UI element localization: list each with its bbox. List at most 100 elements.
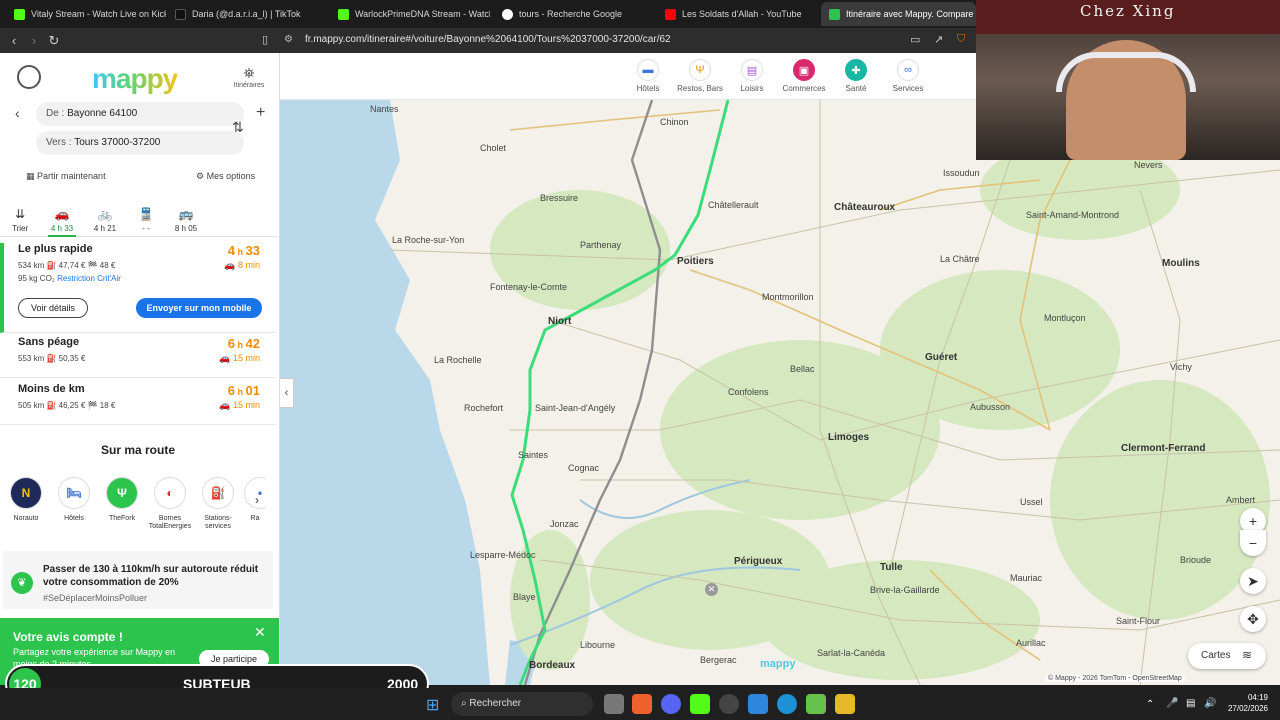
mappy-logo[interactable]: mappy — [92, 63, 178, 95]
bookmark-icon[interactable]: ▯ — [255, 33, 275, 46]
to-prefix: Vers : — [46, 137, 72, 148]
route-card-fastest[interactable]: Le plus rapide 534 km ⛽ 47,74 € 🏁 48 € 9… — [0, 243, 276, 333]
city-label: Issoudun — [943, 168, 980, 178]
car-icon: 🚗 — [54, 207, 70, 221]
browser-tab[interactable]: WarlockPrimeDNA Stream - Watch L — [330, 2, 490, 26]
map-layers-button[interactable]: Cartes ≋ — [1188, 643, 1266, 669]
details-button[interactable]: Voir détails — [18, 298, 88, 318]
poi-restos-button[interactable]: Ψ Restos, Bars — [672, 59, 728, 93]
critair-link[interactable]: Restriction Crit'Air — [57, 274, 121, 283]
city-label: Vichy — [1170, 362, 1192, 372]
forward-icon[interactable]: › — [24, 33, 44, 48]
city-label: Ambert — [1226, 495, 1256, 505]
clock-date[interactable]: 27/02/2026 — [1222, 704, 1268, 713]
windows-start-icon[interactable]: ⊞ — [426, 695, 439, 715]
to-field[interactable]: Vers : Tours 37000-37200 — [36, 131, 244, 155]
app-icon[interactable] — [806, 694, 826, 714]
tab-label: WarlockPrimeDNA Stream - Watch L — [355, 9, 490, 19]
brand-thefork[interactable]: Ψ TheFork — [100, 477, 144, 523]
reload-icon[interactable]: ↻ — [44, 33, 64, 49]
app-icon[interactable] — [835, 694, 855, 714]
back-icon[interactable]: ‹ — [4, 33, 24, 48]
mode-time: 8 h 05 — [174, 224, 198, 233]
traffic-icon: 🚗 — [219, 400, 231, 410]
clock-time[interactable]: 04:19 — [1226, 693, 1268, 702]
route-title: Le plus rapide — [18, 243, 93, 255]
mode-bus[interactable]: 🚌 8 h 05 — [172, 207, 200, 233]
map-layers-label: Cartes — [1201, 650, 1231, 661]
poi-loisirs-button[interactable]: ▤ Loisirs — [724, 59, 780, 93]
site-info-icon[interactable]: ⚙ — [284, 34, 293, 45]
tab-label: Daria (@d.a.r.i.a_l) | TikTok — [192, 9, 301, 19]
options-button[interactable]: ⚙ Mes options — [196, 171, 255, 182]
brand-norauto[interactable]: N Norauto — [4, 477, 48, 523]
poi-services-button[interactable]: ∞ Services — [880, 59, 936, 93]
share-icon[interactable]: ↗ — [934, 33, 943, 46]
brand-totalenergies[interactable]: ◐ Bornes TotalEnergies — [148, 477, 192, 531]
route-card-shortest[interactable]: Moins de km 505 km ⛽ 46,25 € 🏁 18 € 6 h … — [0, 383, 276, 425]
map-canvas[interactable] — [280, 100, 1280, 685]
route-card-no-toll[interactable]: Sans péage 553 km ⛽ 50,35 € 6 h 42 🚗 15 … — [0, 336, 276, 378]
headset-icon — [1056, 52, 1196, 92]
tray-chevron-icon[interactable]: ⌃ — [1146, 699, 1154, 710]
from-field[interactable]: De : Bayonne 64100 — [36, 102, 244, 126]
browser-tab[interactable]: tours - Recherche Google — [494, 2, 654, 26]
add-step-icon[interactable]: + — [256, 104, 265, 122]
google-icon — [502, 8, 513, 20]
photos-icon[interactable] — [748, 694, 768, 714]
calendar-icon: ▦ — [26, 171, 35, 181]
poi-label: Santé — [845, 84, 867, 93]
cast-icon[interactable]: ▭ — [910, 33, 920, 46]
zoom-out-button[interactable]: − — [1240, 530, 1266, 556]
carousel-next-icon[interactable]: › — [255, 493, 259, 507]
brand-label: Ra — [250, 515, 260, 522]
mode-train[interactable]: 🚆 - - — [132, 207, 160, 233]
edge-icon[interactable] — [777, 694, 797, 714]
sort-button[interactable]: ⇊ Trier — [12, 207, 28, 233]
browser-tab[interactable]: Daria (@d.a.r.i.a_l) | TikTok — [167, 2, 327, 26]
eco-tip-hashtag: #SeDéplacerMoinsPolluer — [43, 593, 148, 603]
brand-hotels[interactable]: 🛏 Hôtels — [52, 477, 96, 523]
bed-icon: ▬ — [637, 59, 659, 81]
close-icon[interactable]: ✕ — [254, 624, 266, 641]
user-account-icon[interactable] — [17, 65, 41, 89]
browser-tab-active[interactable]: Itinéraire avec Mappy. Compare ✕ — [821, 2, 976, 26]
poi-sante-button[interactable]: ✚ Santé — [828, 59, 884, 93]
mode-bike[interactable]: 🚲 4 h 21 — [91, 207, 119, 233]
locate-icon[interactable]: ➤ — [1240, 568, 1266, 594]
norauto-icon: N — [10, 477, 42, 509]
city-label: Nevers — [1134, 160, 1163, 170]
city-label: Bergerac — [700, 655, 737, 665]
transport-modes: ⇊ Trier 🚗 4 h 33 🚲 4 h 21 🚆 - - 🚌 8 h 05 — [0, 203, 279, 237]
back-arrow-icon[interactable]: ‹ — [15, 105, 20, 121]
collapse-sidebar-button[interactable]: ‹ — [280, 378, 294, 408]
brand-stations[interactable]: ⛽ Stations-services — [196, 477, 240, 531]
close-icon[interactable]: ✕ — [705, 583, 718, 596]
taskbar-search[interactable]: ⌕ Rechercher — [451, 692, 593, 716]
task-view-icon[interactable] — [604, 694, 624, 714]
network-icon[interactable]: ▤ — [1186, 698, 1195, 709]
city-label: Saint-Flour — [1116, 616, 1161, 626]
poi-commerces-button[interactable]: ▣ Commerces — [776, 59, 832, 93]
kick-app-icon[interactable] — [690, 694, 710, 714]
poi-hotels-button[interactable]: ▬ Hôtels — [620, 59, 676, 93]
volume-icon[interactable]: 🔊 — [1204, 698, 1216, 709]
on-my-route-heading: Sur ma route — [100, 443, 175, 457]
brave-shield-icon[interactable]: ⛉ — [957, 33, 965, 46]
sort-label: Trier — [12, 224, 29, 233]
traffic-icon: 🚗 — [219, 353, 231, 363]
send-to-mobile-button[interactable]: Envoyer sur mon mobile — [136, 298, 262, 318]
brave-icon[interactable] — [632, 694, 652, 714]
mode-car[interactable]: 🚗 4 h 33 — [48, 207, 76, 237]
compass-icon[interactable]: ✥ — [1240, 606, 1266, 632]
browser-tab[interactable]: Vitaly Stream - Watch Live on Kick — [6, 2, 166, 26]
browser-tab[interactable]: Les Soldats d'Allah - YouTube — [657, 2, 817, 26]
microphone-icon[interactable]: 🎤 — [1166, 698, 1178, 709]
sort-icon: ⇊ — [15, 207, 26, 221]
obs-icon[interactable] — [719, 694, 739, 714]
swap-icon[interactable]: ⇅ — [232, 119, 244, 136]
url-field[interactable]: fr.mappy.com/itineraire#/voiture/Bayonne… — [305, 34, 671, 45]
discord-icon[interactable] — [661, 694, 681, 714]
depart-now-button[interactable]: ▦ Partir maintenant — [26, 171, 106, 182]
itineraires-button[interactable]: ⛯ Itinéraires — [228, 65, 270, 89]
